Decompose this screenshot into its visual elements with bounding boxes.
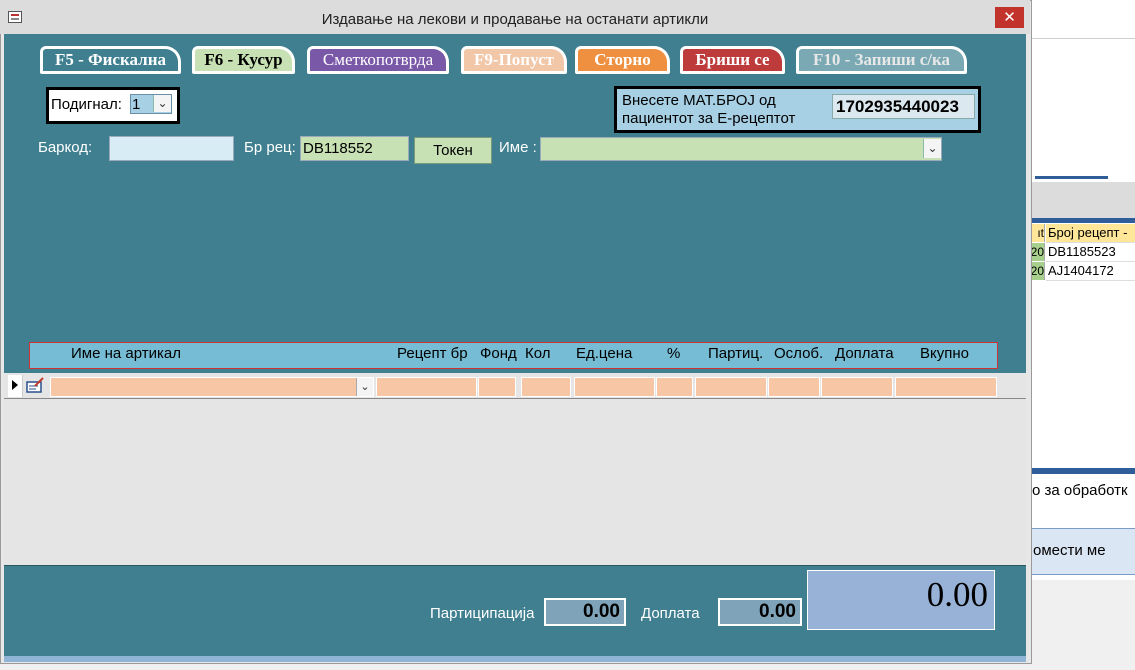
- barkod-input[interactable]: [109, 136, 234, 161]
- artikal-cell[interactable]: [50, 377, 374, 397]
- partic-cell[interactable]: [695, 377, 767, 397]
- chevron-down-icon[interactable]: ⌄: [356, 378, 373, 396]
- participacija-value: 0.00: [544, 598, 626, 626]
- bg-divider: [1030, 38, 1135, 39]
- br-rec-label: Бр рец:: [244, 139, 296, 156]
- doplata-label: Доплата: [641, 605, 700, 622]
- chevron-down-icon[interactable]: ⌄: [923, 139, 941, 158]
- bg-bottom: [1030, 580, 1135, 670]
- col-header-kol: Кол: [525, 345, 551, 362]
- row-divider: [4, 398, 1026, 399]
- bg-toolbar: [1030, 182, 1135, 218]
- delete-button[interactable]: Бриши се: [680, 46, 785, 74]
- window-bottom-border: [4, 656, 1026, 662]
- close-button[interactable]: ✕: [995, 7, 1024, 28]
- fiscal-button[interactable]: F5 - Фискална: [40, 46, 181, 74]
- bg-header-recept[interactable]: Број рецепт -: [1046, 224, 1135, 243]
- bg-header-cell: ıt: [1030, 224, 1045, 242]
- bg-table: ıt Број рецепт - 20 DB1185523 20 AJ14041…: [1030, 224, 1135, 281]
- col-header-edcena: Ед.цена: [576, 345, 633, 362]
- ime-label: Име :: [499, 139, 537, 156]
- col-header-oslob: Ослоб.: [774, 345, 824, 362]
- col-header-doplata: Доплата: [835, 345, 894, 362]
- detail-area: [4, 373, 1026, 565]
- doplata-value: 0.00: [718, 598, 802, 626]
- podignal-value: 1: [132, 96, 141, 113]
- chevron-down-icon[interactable]: ⌄: [153, 95, 171, 112]
- storno-button[interactable]: Сторно: [575, 46, 670, 74]
- recept-cell[interactable]: [376, 377, 477, 397]
- vkupno-cell[interactable]: [895, 377, 997, 397]
- ime-select[interactable]: [540, 137, 942, 161]
- doplata-cell[interactable]: [821, 377, 893, 397]
- bg-status-text: о за обработк: [1032, 482, 1128, 499]
- podignal-label: Подигнал:: [51, 96, 122, 113]
- edcena-cell[interactable]: [574, 377, 655, 397]
- window-title: Издавање на лекови и продавање на остана…: [321, 11, 709, 28]
- bg-cell-recept: DB1185523: [1046, 243, 1135, 262]
- triangle-right-icon[interactable]: [8, 375, 23, 397]
- edit-record-icon[interactable]: [25, 377, 45, 395]
- bg-status-panel: о за обработк: [1030, 468, 1135, 524]
- bg-header-band: [1030, 218, 1135, 223]
- bg-table-row[interactable]: 20 AJ1404172: [1030, 262, 1135, 281]
- participacija-label: Партиципација: [430, 605, 535, 622]
- token-button[interactable]: Токен: [414, 137, 492, 164]
- change-button[interactable]: F6 - Кусур: [192, 46, 295, 74]
- save-record-button[interactable]: F10 - Запиши с/ка: [796, 46, 967, 74]
- total-amount: 0.00: [807, 570, 995, 630]
- mat-broj-input[interactable]: 1702935440023: [832, 94, 975, 119]
- bg-table-header: ıt Број рецепт -: [1030, 224, 1135, 243]
- bg-button[interactable]: омести ме: [1030, 528, 1135, 575]
- col-header-ime: Име на артикал: [71, 345, 181, 362]
- barkod-label: Баркод:: [38, 139, 93, 156]
- br-rec-input[interactable]: DB118552: [300, 136, 409, 161]
- col-header-recept: Рецепт бр: [397, 345, 468, 362]
- col-header-percent: %: [667, 345, 681, 362]
- receipt-button[interactable]: Сметкопотврда: [307, 46, 449, 74]
- percent-cell[interactable]: [656, 377, 693, 397]
- fond-cell[interactable]: [478, 377, 516, 397]
- discount-button[interactable]: F9-Попуст: [461, 46, 567, 74]
- bg-cell: 20: [1030, 243, 1045, 261]
- bg-cell: 20: [1030, 262, 1045, 280]
- bg-button-label: омести ме: [1033, 542, 1106, 559]
- col-header-fond: Фонд: [480, 345, 517, 362]
- col-header-partic: Партиц.: [708, 345, 764, 362]
- mat-broj-label: Внесете МАТ.БРОЈ од пациентот за Е-рецеп…: [622, 92, 796, 127]
- bg-accent-line: [1035, 176, 1108, 179]
- bg-cell-recept: AJ1404172: [1046, 262, 1135, 281]
- bg-table-row[interactable]: 20 DB1185523: [1030, 243, 1135, 262]
- col-header-vkupno: Вкупно: [920, 345, 969, 362]
- kol-cell[interactable]: [521, 377, 571, 397]
- oslob-cell[interactable]: [768, 377, 820, 397]
